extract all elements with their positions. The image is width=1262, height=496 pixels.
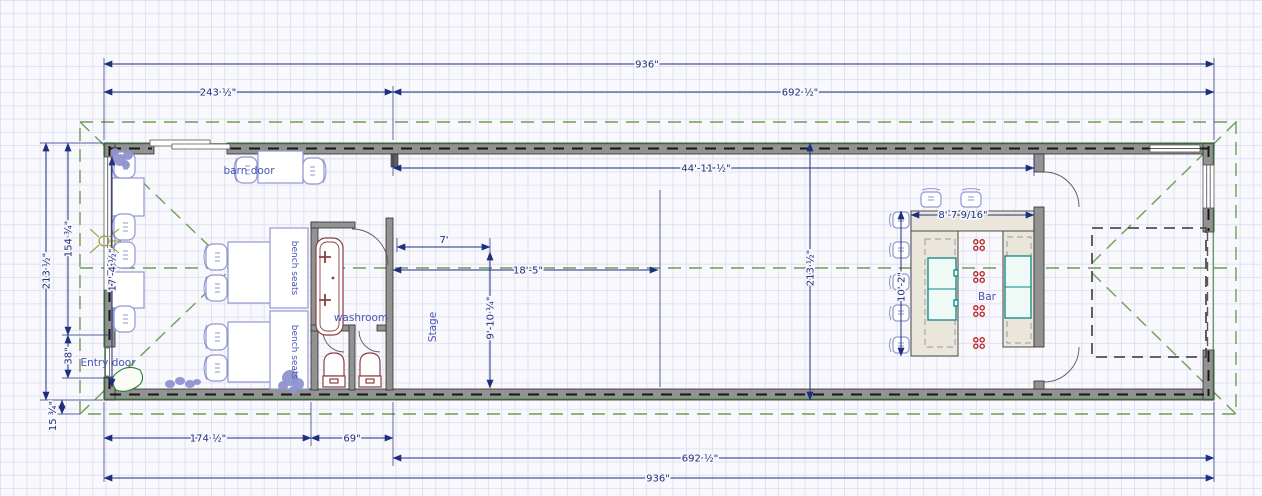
stool-icon — [890, 242, 910, 258]
washroom-door-arc — [352, 229, 388, 265]
right-wall-window — [1203, 165, 1214, 208]
table — [112, 178, 144, 216]
stool-icon — [890, 212, 910, 228]
top-wall-window — [1150, 145, 1200, 152]
bar-counter — [911, 211, 1034, 356]
chair-icon — [112, 306, 135, 332]
label-barn-door: barn door — [223, 165, 275, 177]
label-bar: Bar — [978, 291, 997, 303]
rocks — [165, 377, 201, 388]
chair-icon — [112, 214, 135, 240]
barn-door — [150, 140, 230, 149]
stool-icon — [890, 305, 910, 321]
dim-top-left-segment: 243 ½" — [200, 87, 237, 99]
chair-icon — [204, 275, 227, 301]
drain-icon — [974, 272, 985, 283]
stool-icon — [921, 189, 941, 208]
dimension-texts: 936" 243 ½" 692 ½" 213 ½" 154 ¾" 38" 15 … — [41, 60, 988, 485]
stool-icon — [890, 337, 910, 353]
dim-hall-length: 44'-11 ½" — [681, 163, 730, 175]
dim-left-overhang: 15 ¾" — [48, 401, 59, 431]
dim-dance-depth: 18'-5" — [513, 266, 543, 277]
dim-left-upper: 154 ¾" — [64, 221, 75, 258]
dim-hall-width: 213 ½" — [805, 250, 817, 287]
chair-icon — [204, 324, 227, 350]
entry-plant — [112, 367, 142, 391]
dim-bottom-left-segment: 174 ½" — [190, 433, 227, 445]
label-washroom: washroom — [334, 312, 388, 324]
dim-left-lower: 38" — [64, 347, 75, 364]
chair-icon — [204, 244, 227, 270]
stool-icon — [961, 189, 981, 208]
dim-bar-counter: 8'-7 9/16" — [938, 210, 987, 221]
bar-room-wall — [1034, 154, 1079, 389]
bar-cooler — [1005, 256, 1031, 318]
bench — [270, 228, 308, 308]
label-bench-seats-lower: bench seats — [289, 325, 299, 380]
label-entry-door: Entry door — [80, 357, 136, 369]
table — [228, 322, 272, 382]
toilet-icon — [323, 353, 345, 387]
dim-left-interior: 17'-4 ½" — [107, 249, 119, 292]
structural-post — [391, 154, 398, 167]
dim-bottom-washroom: 69" — [343, 434, 360, 445]
label-stage: Stage — [427, 312, 439, 342]
chair-icon — [204, 355, 227, 381]
chair-icon — [303, 158, 326, 184]
drain-icon — [974, 240, 985, 251]
dim-top-total: 936" — [635, 60, 659, 71]
floor-plan-canvas[interactable]: 936" 243 ½" 692 ½" 213 ½" 154 ¾" 38" 15 … — [0, 0, 1262, 496]
dim-bar-length: 10'-2" — [897, 272, 908, 302]
dim-stage-depth: 9'-10 ¼" — [485, 297, 497, 340]
door-arc — [1044, 347, 1079, 382]
bar-cooler — [928, 258, 958, 320]
drain-icon — [974, 338, 985, 349]
dim-bottom-right-segment: 692 ½" — [682, 453, 719, 465]
mezzanine-outline — [1092, 228, 1206, 357]
dim-bottom-total: 936" — [646, 474, 670, 485]
stall-door-arc — [359, 331, 380, 352]
label-bench-seats-upper: bench seats — [289, 241, 299, 296]
dim-top-right-segment: 692 ½" — [782, 87, 819, 99]
table — [228, 242, 272, 303]
door-arc — [1044, 172, 1079, 207]
dim-left-total: 213 ½" — [41, 253, 53, 290]
toilet-icon — [359, 353, 381, 387]
dim-stage-width: 7' — [439, 235, 448, 246]
drain-icon — [974, 306, 985, 317]
